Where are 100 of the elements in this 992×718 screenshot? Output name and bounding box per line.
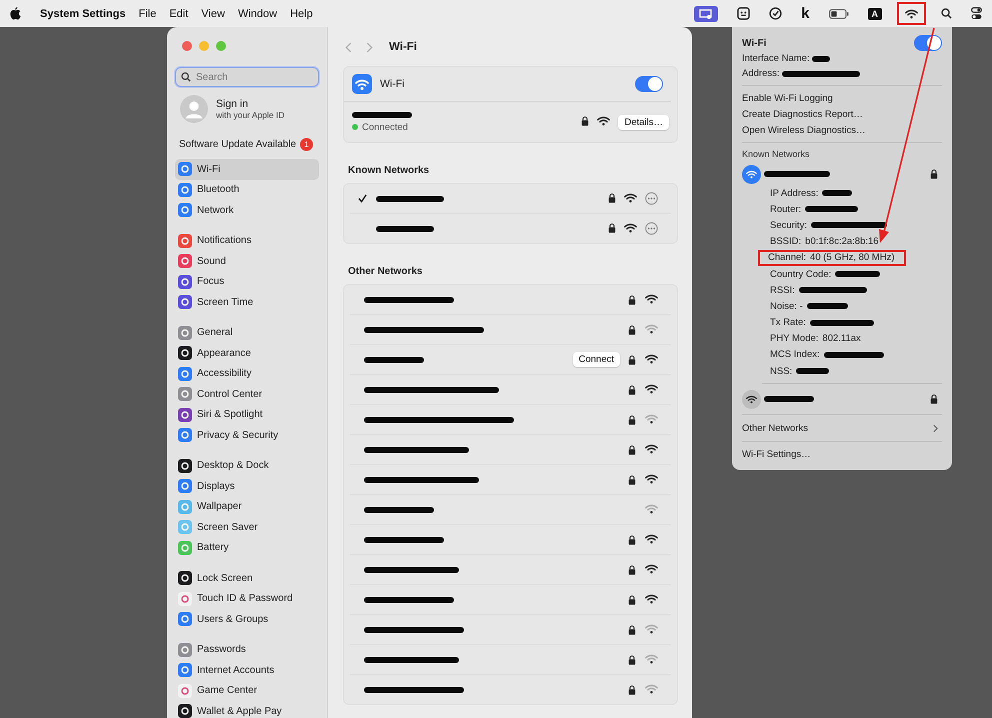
sidebar-item[interactable]: Displays: [175, 476, 319, 496]
redaction-mark: [352, 112, 412, 118]
sidebar-item[interactable]: Internet Accounts: [175, 660, 319, 680]
search-icon[interactable]: [941, 8, 952, 19]
sidebar-item[interactable]: Desktop & Dock: [175, 456, 319, 476]
sidebar-item[interactable]: Touch ID & Password: [175, 588, 319, 609]
section-heading: Other Networks: [347, 265, 424, 279]
info-label: Interface Name:: [742, 53, 810, 64]
wifi-status-icon: [905, 8, 918, 18]
sidebar-item[interactable]: Lock Screen: [175, 568, 319, 588]
menu-item[interactable]: File: [138, 8, 156, 20]
apple-logo-icon[interactable]: [10, 7, 21, 20]
sidebar-item[interactable]: Wi-Fi: [175, 159, 319, 180]
lock-icon: [628, 684, 636, 694]
redaction-mark: [764, 171, 830, 177]
screen-share-icon[interactable]: [694, 6, 718, 22]
close-button[interactable]: [182, 41, 192, 51]
wifi-network-icon[interactable]: [742, 390, 761, 409]
software-update-link[interactable]: Software Update Available: [179, 139, 296, 150]
lock-icon: [628, 534, 636, 544]
detail-label: RSSI:: [770, 284, 795, 296]
sidebar-item[interactable]: Passwords: [175, 640, 319, 660]
detail-label: Router:: [770, 204, 802, 215]
sign-in-link[interactable]: Sign in: [216, 98, 285, 110]
status-dot: [352, 124, 358, 130]
wifi-signal-icon: [645, 474, 658, 484]
lock-icon: [608, 222, 616, 232]
search-field[interactable]: Search: [175, 67, 319, 87]
connect-button[interactable]: Connect: [572, 352, 620, 367]
sidebar-item[interactable]: Appearance: [175, 343, 319, 364]
detail-label: NSS:: [770, 366, 792, 377]
sidebar-item[interactable]: Control Center: [175, 384, 319, 404]
detail-label: IP Address:: [770, 188, 818, 199]
wifi-signal-icon: [645, 444, 658, 454]
other-networks-item[interactable]: Other Networks: [742, 419, 942, 438]
sidebar-item[interactable]: Siri & Spotlight: [175, 404, 319, 425]
wifi-signal-icon: [597, 116, 610, 126]
sidebar-item[interactable]: Network: [175, 200, 319, 220]
menu-item[interactable]: View: [201, 8, 225, 20]
lock-icon: [608, 192, 616, 202]
menu-item[interactable]: Enable Wi-Fi Logging: [742, 90, 942, 106]
lock-icon: [628, 624, 636, 634]
redaction-mark: [764, 396, 814, 402]
sidebar-item[interactable]: Users & Groups: [175, 609, 319, 630]
network-row[interactable]: Connect: [350, 345, 671, 375]
sidebar-item[interactable]: Battery: [175, 538, 319, 558]
more-icon[interactable]: [645, 192, 658, 205]
sidebar-item[interactable]: Screen Saver: [175, 517, 319, 538]
detail-value: 40 (5 GHz, 80 MHz): [810, 252, 894, 264]
sidebar-item[interactable]: Sound: [175, 251, 319, 272]
lock-icon: [581, 116, 590, 126]
sidebar-item[interactable]: General: [175, 322, 319, 343]
chevron-right-icon: [933, 424, 938, 433]
face-icon[interactable]: [737, 7, 750, 20]
wifi-label: Wi-Fi: [380, 78, 404, 90]
menu-title: Wi-Fi: [742, 38, 766, 48]
menu-item[interactable]: Window: [238, 8, 278, 20]
update-count-badge: 1: [300, 138, 313, 151]
sidebar-item[interactable]: Focus: [175, 272, 319, 292]
sidebar-item[interactable]: Screen Time: [175, 292, 319, 312]
detail-label: Country Code:: [770, 268, 832, 280]
check-circle-icon[interactable]: [769, 7, 782, 20]
redaction-mark: [376, 196, 444, 202]
lock-icon: [628, 324, 636, 334]
sign-in-subtitle: with your Apple ID: [216, 110, 285, 120]
info-label: Address:: [742, 68, 780, 79]
sidebar-item[interactable]: Accessibility: [175, 364, 319, 384]
menu-item[interactable]: Edit: [169, 8, 188, 20]
section-heading: Known Networks: [742, 148, 811, 161]
lock-icon: [628, 564, 636, 574]
menu-item[interactable]: Open Wireless Diagnostics…: [742, 122, 942, 138]
battery-icon[interactable]: [828, 8, 848, 18]
app-menu[interactable]: System Settings: [40, 8, 126, 20]
lock-icon: [628, 414, 636, 424]
sidebar-item[interactable]: Privacy & Security: [175, 425, 319, 446]
wifi-signal-icon: [645, 624, 658, 634]
menu-item[interactable]: Create Diagnostics Report…: [742, 106, 942, 122]
wifi-app-icon: [352, 74, 372, 94]
wifi-toggle[interactable]: [635, 76, 663, 92]
wifi-signal-icon: [645, 504, 658, 514]
toggles-icon[interactable]: [971, 7, 982, 20]
detail-value: 802.11ax: [822, 333, 861, 344]
menu-item[interactable]: Wi-Fi Settings…: [742, 446, 942, 462]
menu-item[interactable]: Help: [290, 8, 313, 20]
details-button[interactable]: Details…: [618, 114, 669, 130]
wifi-toggle[interactable]: [914, 35, 942, 51]
sidebar-item[interactable]: Notifications: [175, 230, 319, 251]
wifi-signal-icon: [645, 324, 658, 334]
sidebar-item[interactable]: Wallet & Apple Pay: [175, 701, 319, 718]
input-source-icon[interactable]: A: [868, 8, 882, 20]
lock-icon: [628, 444, 636, 454]
more-icon[interactable]: [645, 222, 658, 235]
detail-label: Channel:: [768, 252, 806, 264]
sidebar-item[interactable]: Wallpaper: [175, 496, 319, 517]
status-menu-icon[interactable]: k: [801, 5, 810, 22]
search-icon: [181, 72, 191, 82]
lock-icon: [628, 654, 636, 664]
sidebar-item[interactable]: Game Center: [175, 680, 319, 701]
sidebar-item[interactable]: Bluetooth: [175, 180, 319, 200]
detail-label: Security:: [770, 220, 807, 231]
